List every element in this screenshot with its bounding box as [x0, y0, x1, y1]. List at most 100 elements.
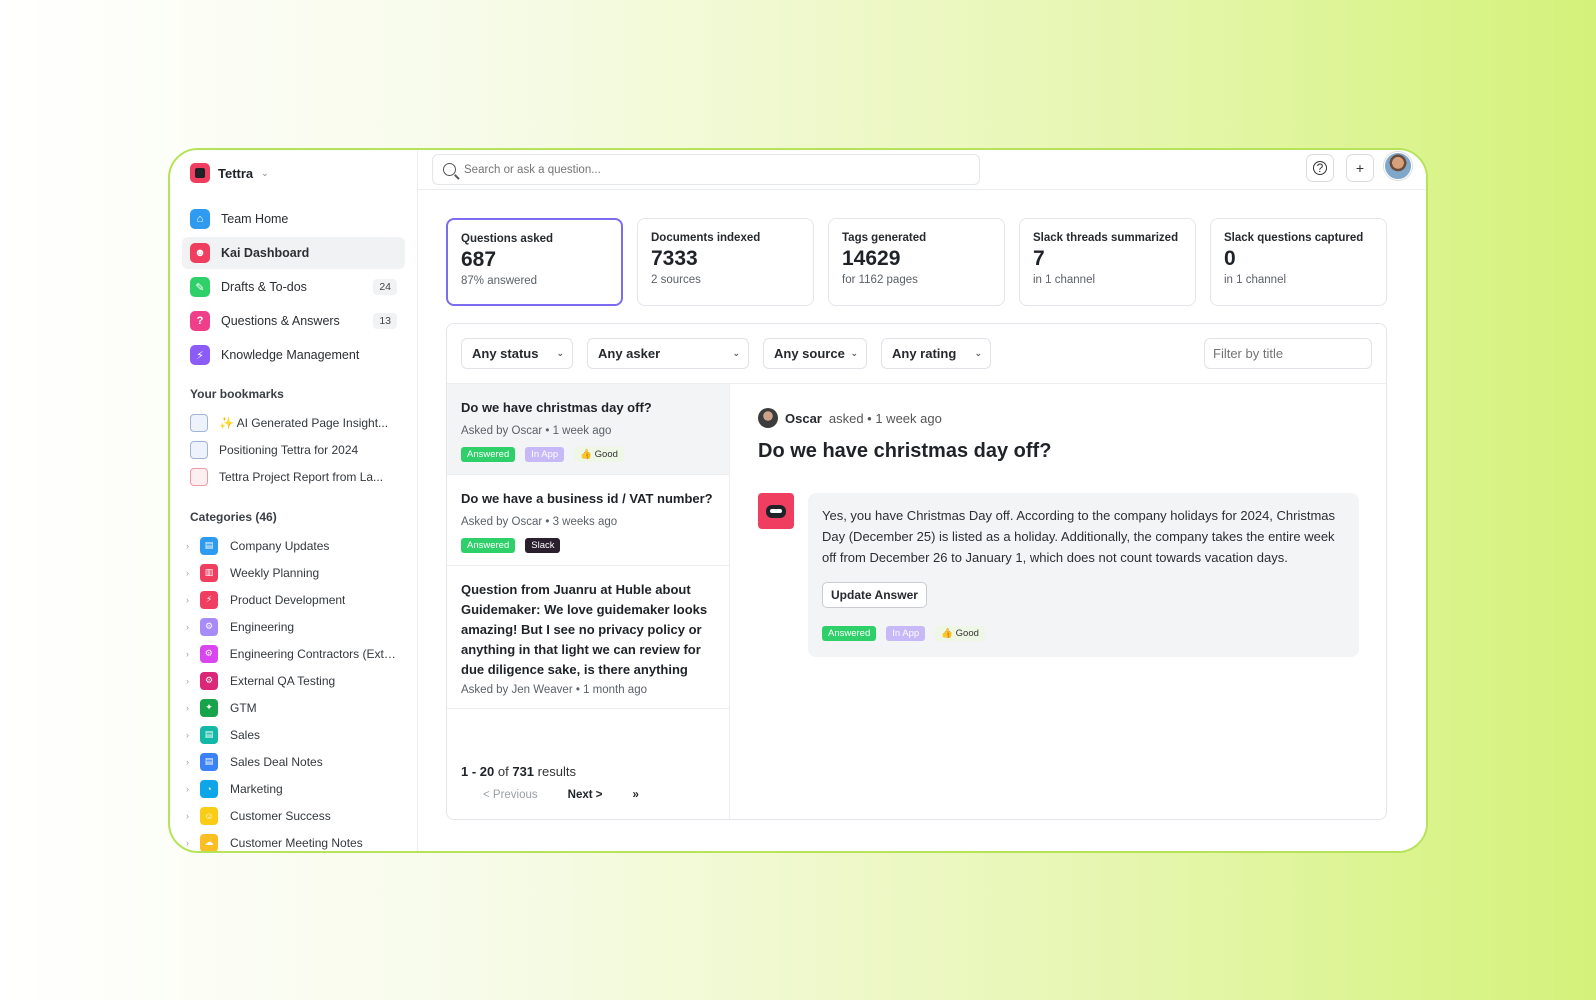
chevron-right-icon[interactable]: ›: [182, 649, 193, 659]
search-input[interactable]: [464, 163, 944, 176]
nav-kai-dashboard[interactable]: ☻ Kai Dashboard: [182, 237, 405, 269]
category-icon: ▤: [200, 752, 218, 771]
category-item[interactable]: › ▥ Weekly Planning: [182, 559, 405, 586]
source-filter[interactable]: Any source ⌄: [763, 338, 867, 369]
rating-filter[interactable]: Any rating ⌄: [881, 338, 991, 369]
category-icon: ☺: [200, 806, 218, 825]
add-button[interactable]: +: [1346, 154, 1374, 182]
tag-row: Answered In App 👍 Good: [822, 626, 1345, 641]
category-icon: ⚙: [200, 617, 218, 636]
doc-icon: [190, 413, 208, 432]
chevron-right-icon[interactable]: ›: [182, 730, 193, 740]
previous-page-link[interactable]: < Previous: [483, 789, 538, 801]
bookmark-item[interactable]: Tettra Project Report from La...: [182, 463, 405, 490]
question-title: Do we have christmas day off?: [461, 400, 652, 415]
robot-icon: ☻: [190, 243, 210, 263]
nav-label: Knowledge Management: [221, 348, 360, 362]
answer-card: Yes, you have Christmas Day off. Accordi…: [808, 493, 1359, 657]
main-content: ? + Questions asked 687 87% answered Doc…: [418, 150, 1426, 851]
category-item[interactable]: › ▤ Company Updates: [182, 532, 405, 559]
category-item[interactable]: › ☁ Customer Meeting Notes: [182, 829, 405, 851]
chevron-right-icon[interactable]: ›: [182, 622, 193, 632]
question-heading: Do we have christmas day off?: [758, 440, 1052, 462]
home-icon: ⌂: [190, 209, 210, 229]
nav-knowledge-management[interactable]: ⚡ Knowledge Management: [182, 339, 405, 371]
workspace-switcher[interactable]: Tettra ⌄: [190, 161, 405, 185]
stat-title: Slack questions captured: [1224, 232, 1364, 244]
last-page-link[interactable]: »: [633, 789, 639, 801]
in-app-badge: In App: [525, 447, 565, 462]
results-label: results: [537, 764, 576, 779]
stats-row: Questions asked 687 87% answered Documen…: [446, 218, 1387, 306]
category-icon: ▥: [200, 563, 218, 582]
category-item[interactable]: › ◔ Marketing: [182, 775, 405, 802]
help-button[interactable]: ?: [1306, 154, 1334, 182]
tag-row: Answered Slack: [461, 538, 715, 553]
search-box[interactable]: [432, 154, 980, 185]
category-item[interactable]: › ▤ Sales Deal Notes: [182, 748, 405, 775]
category-list: › ▤ Company Updates › ▥ Weekly Planning › ⚡ Pr…: [182, 532, 405, 851]
category-label: Sales: [230, 727, 261, 742]
category-icon: ⚡: [200, 590, 218, 609]
doc-icon: [190, 440, 208, 459]
update-answer-button[interactable]: Update Answer: [822, 582, 927, 608]
chevron-right-icon[interactable]: ›: [182, 568, 193, 578]
asker-filter[interactable]: Any asker ⌄: [587, 338, 749, 369]
chevron-right-icon[interactable]: ›: [182, 838, 193, 848]
chevron-right-icon[interactable]: ›: [182, 541, 193, 551]
chevron-right-icon[interactable]: ›: [182, 811, 193, 821]
category-item[interactable]: › ✦ GTM: [182, 694, 405, 721]
category-item[interactable]: › ⚙ Engineering Contractors (Exte...: [182, 640, 405, 667]
categories-heading: Categories (46): [190, 510, 277, 524]
bookmark-item[interactable]: Positioning Tettra for 2024: [182, 436, 405, 463]
category-item[interactable]: › ☺ Customer Success: [182, 802, 405, 829]
chevron-right-icon[interactable]: ›: [182, 703, 193, 713]
chevron-right-icon[interactable]: ›: [182, 757, 193, 767]
question-item[interactable]: Do we have a business id / VAT number? A…: [447, 475, 729, 566]
count-badge: 24: [373, 279, 397, 295]
category-icon: ✦: [200, 698, 218, 717]
category-icon: ⚙: [200, 671, 218, 690]
category-item[interactable]: › ⚡ Product Development: [182, 586, 405, 613]
chevron-down-icon: ⌄: [850, 348, 858, 358]
tag-row: Answered In App 👍 Good: [461, 447, 715, 462]
question-item[interactable]: Question from Juanru at Huble about Guid…: [447, 566, 729, 709]
pagination: 1 - 20 of 731 results < Previous Next > …: [461, 764, 639, 801]
stat-card-slack-threads[interactable]: Slack threads summarized 7 in 1 channel: [1019, 218, 1196, 306]
question-meta: Asked by Oscar • 1 week ago: [461, 425, 612, 437]
category-item[interactable]: › ⚙ Engineering: [182, 613, 405, 640]
asker-name[interactable]: Oscar: [785, 411, 822, 426]
results-total: 731: [512, 764, 535, 779]
chevron-right-icon[interactable]: ›: [182, 676, 193, 686]
status-filter[interactable]: Any status ⌄: [461, 338, 573, 369]
chevron-right-icon[interactable]: ›: [182, 595, 193, 605]
stat-card-slack-questions[interactable]: Slack questions captured 0 in 1 channel: [1210, 218, 1387, 306]
next-page-link[interactable]: Next >: [568, 789, 603, 801]
search-icon: [443, 163, 456, 176]
category-label: Sales Deal Notes: [230, 754, 323, 769]
nav-questions-answers[interactable]: ? Questions & Answers 13: [182, 305, 405, 337]
user-avatar[interactable]: [1384, 152, 1412, 180]
category-item[interactable]: › ▤ Sales: [182, 721, 405, 748]
stat-card-documents-indexed[interactable]: Documents indexed 7333 2 sources: [637, 218, 814, 306]
nav-drafts-todos[interactable]: ✎ Drafts & To-dos 24: [182, 271, 405, 303]
chevron-down-icon: ⌄: [556, 348, 564, 358]
stat-subtitle: in 1 channel: [1224, 274, 1287, 286]
stat-card-questions-asked[interactable]: Questions asked 687 87% answered: [446, 218, 623, 306]
answer-row: Yes, you have Christmas Day off. Accordi…: [758, 493, 1359, 657]
stat-card-tags-generated[interactable]: Tags generated 14629 for 1162 pages: [828, 218, 1005, 306]
bookmark-item[interactable]: ✨ AI Generated Page Insight...: [182, 409, 405, 436]
filter-by-title-input[interactable]: [1204, 338, 1372, 369]
category-label: Marketing: [230, 781, 283, 796]
results-of: of: [497, 764, 509, 779]
status-filter-value: Any status: [472, 346, 539, 361]
top-bar: ? +: [418, 150, 1426, 190]
app-window: Tettra ⌄ ⌂ Team Home ☻ Kai Dashboard ✎ D…: [168, 148, 1428, 853]
question-item[interactable]: Do we have christmas day off? Asked by O…: [447, 384, 729, 475]
nav-team-home[interactable]: ⌂ Team Home: [182, 203, 405, 235]
good-rating-badge: 👍 Good: [574, 447, 624, 462]
chevron-right-icon[interactable]: ›: [182, 784, 193, 794]
stat-subtitle: for 1162 pages: [842, 274, 918, 286]
category-item[interactable]: › ⚙ External QA Testing: [182, 667, 405, 694]
results-range: 1 - 20: [461, 764, 495, 779]
